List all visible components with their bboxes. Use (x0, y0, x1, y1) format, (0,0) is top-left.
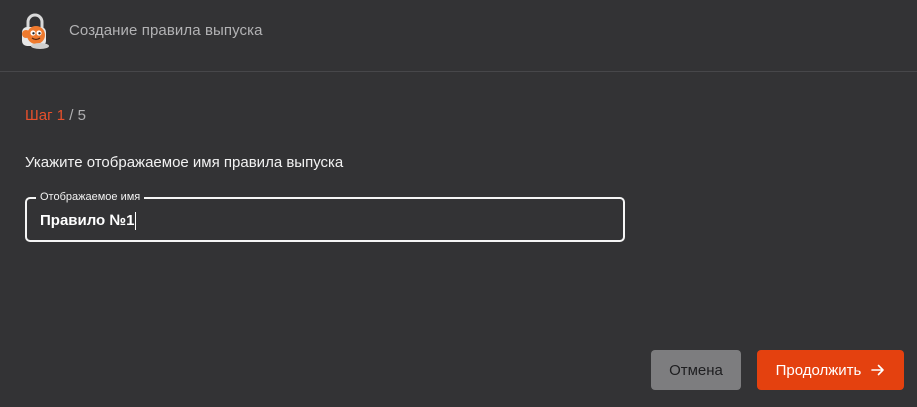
step-prompt: Укажите отображаемое имя правила выпуска (25, 154, 344, 171)
step-current: Шаг 1 (25, 107, 66, 124)
dialog-title: Создание правила выпуска (69, 22, 263, 39)
display-name-input[interactable]: Правило №1 (27, 199, 623, 240)
continue-button-label: Продолжить (775, 361, 862, 379)
dialog-header: Создание правила выпуска (0, 0, 917, 72)
step-total: / 5 (65, 107, 86, 124)
step-indicator: Шаг 1 / 5 (25, 107, 86, 124)
cancel-button[interactable]: Отмена (651, 350, 741, 390)
continue-button[interactable]: Продолжить (757, 350, 904, 390)
cancel-button-label: Отмена (669, 361, 723, 379)
text-caret (135, 211, 137, 230)
arrow-right-icon (871, 363, 885, 377)
display-name-field[interactable]: Отображаемое имя Правило №1 (25, 190, 625, 242)
display-name-value: Правило №1 (40, 212, 135, 229)
create-release-rule-dialog: Создание правила выпуска Шаг 1 / 5 Укажи… (0, 0, 917, 407)
lock-mascot-logo-icon (16, 12, 56, 52)
